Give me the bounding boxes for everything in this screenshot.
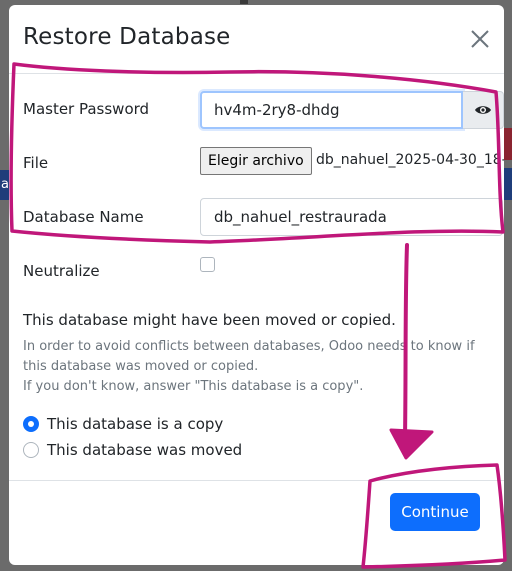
master-password-input[interactable] bbox=[200, 91, 463, 129]
option-copy-label: This database is a copy bbox=[47, 415, 224, 433]
option-moved[interactable]: This database was moved bbox=[23, 440, 242, 460]
option-copy-radio[interactable] bbox=[23, 416, 39, 432]
backdrop-left-strip: a bbox=[0, 170, 9, 200]
selected-file-name: db_nahuel_2025-04-30_18-38 bbox=[316, 152, 504, 168]
file-label: File bbox=[23, 154, 49, 172]
backdrop-right-strip-blue bbox=[504, 168, 512, 200]
file-row: File Elegir archivo db_nahuel_2025-04-30… bbox=[23, 147, 504, 175]
database-name-input[interactable] bbox=[200, 198, 503, 236]
modal-header: Restore Database bbox=[9, 5, 504, 74]
eye-icon bbox=[475, 106, 491, 114]
notice-help-line-2: If you don't know, answer "This database… bbox=[23, 379, 364, 394]
restore-database-modal: Restore Database Master Password File El… bbox=[9, 5, 504, 565]
modal-title: Restore Database bbox=[23, 24, 231, 50]
toggle-password-visibility-button[interactable] bbox=[463, 91, 504, 129]
option-copy[interactable]: This database is a copy bbox=[23, 414, 223, 434]
choose-file-button[interactable]: Elegir archivo bbox=[200, 147, 312, 175]
master-password-label: Master Password bbox=[23, 100, 150, 118]
master-password-row: Master Password bbox=[23, 91, 504, 129]
close-icon bbox=[471, 30, 489, 48]
database-name-label: Database Name bbox=[23, 208, 144, 226]
close-button[interactable] bbox=[466, 25, 494, 53]
notice-title: This database might have been moved or c… bbox=[23, 311, 396, 329]
database-name-row: Database Name bbox=[23, 198, 503, 236]
neutralize-label: Neutralize bbox=[23, 262, 100, 280]
option-moved-radio[interactable] bbox=[23, 442, 39, 458]
continue-button[interactable]: Continue bbox=[390, 493, 480, 531]
backdrop-right-strip-red bbox=[504, 128, 512, 160]
option-moved-label: This database was moved bbox=[47, 441, 243, 459]
notice-help-line-1: In order to avoid conflicts between data… bbox=[23, 339, 475, 374]
neutralize-checkbox[interactable] bbox=[200, 257, 215, 272]
notice-help: In order to avoid conflicts between data… bbox=[23, 337, 493, 397]
backdrop-left-glyph: a bbox=[1, 177, 9, 192]
neutralize-row: Neutralize bbox=[23, 257, 489, 281]
backdrop-top-mark bbox=[240, 0, 248, 4]
